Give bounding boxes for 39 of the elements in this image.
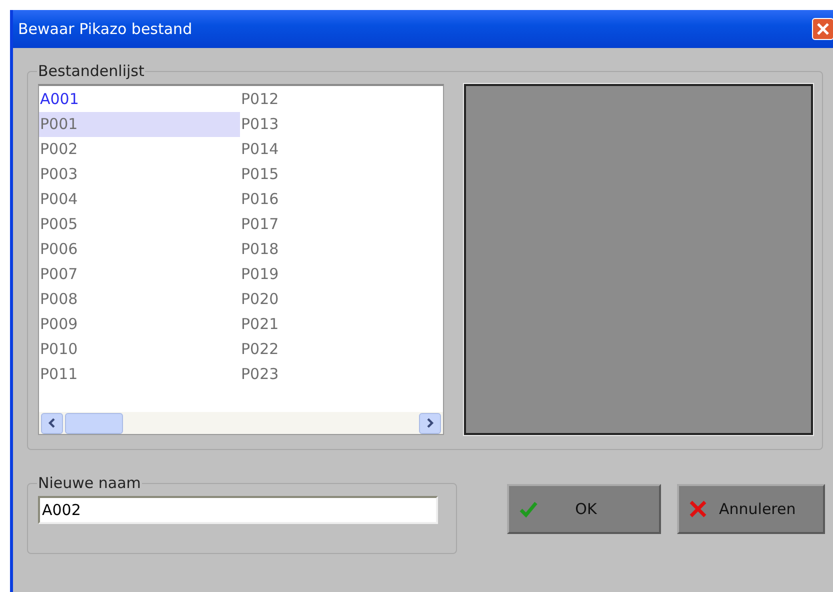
file-list-item[interactable]: P003 [39, 162, 240, 187]
file-list-item[interactable]: P021 [240, 312, 441, 337]
horizontal-scrollbar[interactable] [39, 412, 443, 434]
name-input-field[interactable]: A002 [38, 496, 438, 524]
close-button[interactable] [812, 18, 833, 40]
file-list-item[interactable]: A001 [39, 87, 240, 112]
file-list-item[interactable]: P012 [240, 87, 441, 112]
file-list-item[interactable]: P020 [240, 287, 441, 312]
scroll-right-button[interactable] [419, 412, 441, 434]
file-list-item[interactable]: P023 [240, 362, 441, 387]
file-list-item[interactable]: P008 [39, 287, 240, 312]
file-list-item[interactable]: P013 [240, 112, 441, 137]
file-list-item[interactable]: P010 [39, 337, 240, 362]
cross-icon [689, 500, 707, 518]
file-list-item[interactable]: P018 [240, 237, 441, 262]
file-list-item[interactable]: P005 [39, 212, 240, 237]
file-list-item[interactable]: P009 [39, 312, 240, 337]
file-list-item[interactable]: P019 [240, 262, 441, 287]
file-list-item[interactable]: P014 [240, 137, 441, 162]
file-list-item[interactable]: P016 [240, 187, 441, 212]
file-list-item[interactable]: P002 [39, 137, 240, 162]
file-list-item[interactable]: P017 [240, 212, 441, 237]
window-title: Bewaar Pikazo bestand [18, 20, 192, 38]
group-label: Nieuwe naam [37, 474, 142, 492]
file-list-item[interactable]: P015 [240, 162, 441, 187]
scroll-left-button[interactable] [41, 412, 63, 434]
group-label: Bestandenlijst [37, 62, 146, 80]
check-icon [519, 500, 539, 518]
file-list-item[interactable]: P004 [39, 187, 240, 212]
scroll-thumb[interactable] [65, 412, 123, 434]
ok-button[interactable]: OK [507, 484, 661, 534]
file-list-item[interactable]: P007 [39, 262, 240, 287]
cancel-button[interactable]: Annuleren [677, 484, 825, 534]
file-list-item[interactable]: P011 [39, 362, 240, 387]
file-list-item[interactable]: P001 [39, 112, 240, 137]
file-list-item[interactable]: P006 [39, 237, 240, 262]
file-list[interactable]: A001 P001 P002 P003 P004 P005 P006 P007 P008 P009 P010 P011 P012 P013 P014 P015 P016 P017 P018 P019 P020 P021 P022 P023 [38, 84, 444, 435]
file-list-item[interactable]: P022 [240, 337, 441, 362]
close-icon [816, 22, 830, 36]
